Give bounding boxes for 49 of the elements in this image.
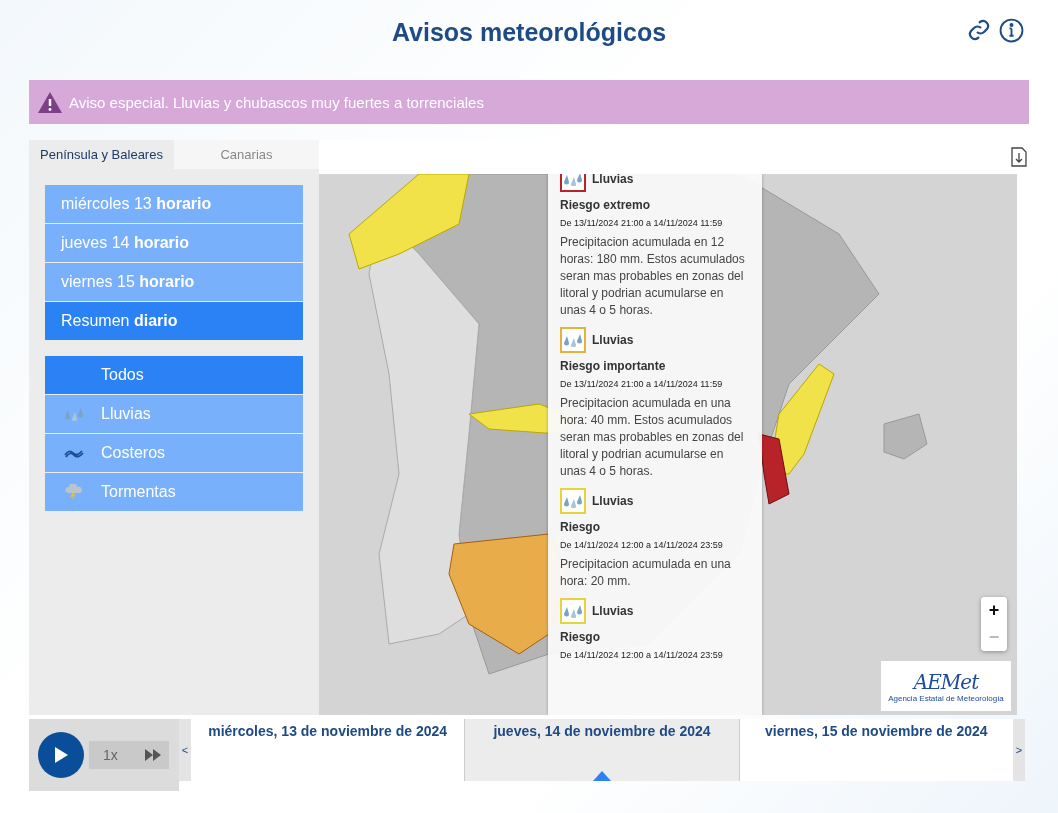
day-menu-item[interactable]: viernes 15 horario	[45, 263, 303, 301]
storm-cloud-icon	[64, 484, 84, 500]
filter-menu-item[interactable]: Todos	[45, 356, 303, 394]
region-tab[interactable]: Canarias	[174, 140, 319, 169]
play-icon	[53, 746, 69, 764]
zoom-in-button[interactable]: +	[981, 597, 1007, 624]
link-icon[interactable]	[967, 18, 991, 42]
play-button[interactable]	[38, 732, 84, 778]
warning-period: De 13/11/2024 21:00 a 14/11/2024 11:59	[560, 218, 724, 228]
risk-level: Riesgo	[560, 630, 601, 644]
filter-menu-item[interactable]: Tormentas	[45, 473, 303, 511]
warning-icon	[37, 90, 63, 114]
speed-button[interactable]: 1x	[89, 741, 169, 769]
warning-type: Lluvias	[592, 494, 634, 508]
wave-icon	[64, 448, 84, 458]
raindrops-icon	[563, 494, 583, 508]
warning-period: De 13/11/2024 21:00 a 14/11/2024 11:59	[560, 379, 724, 389]
warning-type: Lluvias	[592, 174, 634, 186]
day-menu-item[interactable]: jueves 14 horario	[45, 224, 303, 262]
risk-level: Riesgo importante	[560, 359, 667, 373]
risk-level: Riesgo extremo	[560, 198, 652, 212]
date-tab[interactable]: jueves, 14 de noviembre de 2024	[464, 719, 740, 781]
fast-forward-icon	[145, 749, 161, 761]
download-icon[interactable]	[1011, 147, 1027, 167]
filter-menu-item[interactable]: Lluvias	[45, 395, 303, 433]
date-tab[interactable]: viernes, 15 de noviembre de 2024	[739, 719, 1013, 781]
warning-description: Precipitacion acumulada en una hora: 40 mm. Estos acumulados seran mas probables en zonas del litoral y podrian acumularse en unas 4 o 5 horas.	[560, 395, 745, 480]
logo-caption: Agencia Estatal de Meteorología	[888, 693, 1004, 703]
risk-level: Riesgo	[560, 520, 601, 534]
raindrops-icon	[563, 604, 583, 618]
zoom-out-button[interactable]: −	[981, 624, 1007, 651]
warning-type: Lluvias	[592, 604, 634, 618]
raindrops-icon	[563, 333, 583, 347]
info-icon[interactable]	[999, 18, 1024, 43]
warning-period: De 14/11/2024 12:00 a 14/11/2024 23:59	[560, 540, 724, 550]
raindrops-icon	[563, 174, 583, 186]
previous-button[interactable]: <	[179, 719, 191, 781]
raindrops-icon	[64, 407, 84, 421]
logo-wordmark: AEMet	[913, 669, 979, 694]
warning-description: Precipitacion acumulada en una hora: 20 mm.	[560, 556, 732, 590]
caret-up-icon	[593, 771, 611, 781]
warning-type: Lluvias	[592, 333, 634, 347]
page-title: Avisos meteorológicos	[391, 17, 667, 47]
day-menu-item[interactable]: miércoles 13 horario	[45, 185, 303, 223]
day-menu-item[interactable]: Resumen diario	[45, 302, 303, 340]
warning-period: De 14/11/2024 12:00 a 14/11/2024 23:59	[560, 650, 724, 660]
warning-description: Precipitacion acumulada en 12 horas: 180 mm. Estos acumulados seran mas probables en zonas del litoral y podrian acumularse en unas 4 o 5 horas.	[560, 234, 746, 319]
banner-text: Aviso especial. Lluvias y chubascos muy fuertes a torrenciales	[69, 93, 484, 111]
filter-menu-item[interactable]: Costeros	[45, 434, 303, 472]
